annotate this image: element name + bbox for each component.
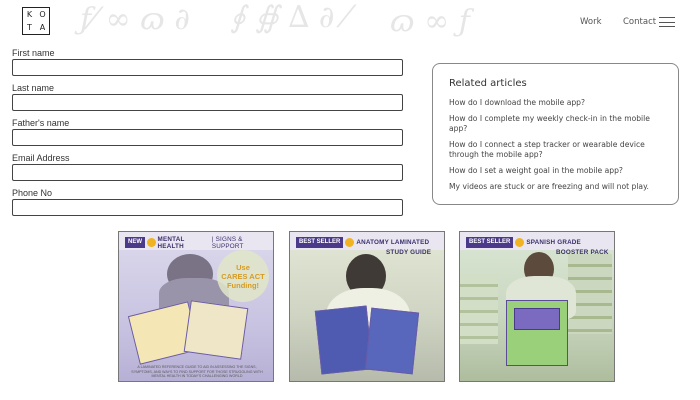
product-card-spanish[interactable]: BEST SELLER SPANISH GRADE BOOSTER PACK xyxy=(459,231,615,382)
related-articles-title: Related articles xyxy=(449,78,527,89)
product-card-mental-health[interactable]: Use CARES ACT Funding! NEW MENTAL HEALTH… xyxy=(118,231,274,382)
fathers-name-input[interactable] xyxy=(12,129,403,146)
best-seller-badge: BEST SELLER xyxy=(466,237,514,248)
phone-field: Phone No xyxy=(12,187,403,216)
product-title: ANATOMY LAMINATED xyxy=(356,239,430,246)
cta-line: Funding! xyxy=(226,280,260,290)
logo-letter: T xyxy=(27,22,32,32)
product-ribbon: BEST SELLER ANATOMY LAMINATED xyxy=(296,237,429,248)
nav-item-work[interactable]: Work xyxy=(580,17,602,27)
cta-line: CARES ACT xyxy=(221,271,265,281)
header-background-scribble: ƒ⁄ ∞ ɷ ∂ xyxy=(80,2,190,37)
first-name-field: First name xyxy=(12,47,403,76)
product-image: Use CARES ACT Funding! xyxy=(119,250,273,381)
fathers-name-label: Father's name xyxy=(12,118,70,128)
booster-pack-label xyxy=(514,308,560,330)
last-name-field: Last name xyxy=(12,82,403,111)
phone-label: Phone No xyxy=(12,188,53,198)
logo-letter: K xyxy=(26,9,33,19)
product-ribbon: NEW MENTAL HEALTH | SIGNS & SUPPORT xyxy=(125,235,273,250)
cares-act-callout: Use CARES ACT Funding! xyxy=(217,250,269,302)
bookshelf xyxy=(460,274,498,344)
last-name-label: Last name xyxy=(12,83,55,93)
product-image xyxy=(460,250,614,381)
nav-item-contact[interactable]: Contact xyxy=(623,17,656,27)
cta-line: Use xyxy=(236,262,250,272)
new-badge: NEW xyxy=(125,237,145,248)
related-article-link[interactable]: How do I set a weight goal in the mobile… xyxy=(449,166,664,176)
best-seller-badge: BEST SELLER xyxy=(296,237,344,248)
related-article-link[interactable]: How do I connect a step tracker or weara… xyxy=(449,140,664,160)
product-subtitle: BOOSTER PACK xyxy=(556,249,609,256)
product-image xyxy=(290,250,444,381)
hamburger-icon[interactable] xyxy=(659,16,675,28)
product-card-anatomy[interactable]: BEST SELLER ANATOMY LAMINATED STUDY GUID… xyxy=(289,231,445,382)
header-background-scribble: ∮ ∯ ∆ ∂ ⁄ xyxy=(230,0,349,35)
email-label: Email Address xyxy=(12,153,70,163)
star-icon xyxy=(515,238,525,247)
last-name-input[interactable] xyxy=(12,94,403,111)
related-article-link[interactable]: My videos are stuck or are freezing and … xyxy=(449,182,664,192)
related-article-link[interactable]: How do I download the mobile app? xyxy=(449,98,664,108)
laminated-guide xyxy=(364,307,420,375)
kota-logo[interactable]: K O T A xyxy=(22,7,50,35)
header-background-scribble: ɷ ∞ ƒ xyxy=(390,4,470,39)
logo-letter: O xyxy=(39,9,46,19)
product-subtitle: | SIGNS & SUPPORT xyxy=(211,235,244,250)
related-articles-list: How do I download the mobile app? How do… xyxy=(449,98,664,192)
star-icon xyxy=(345,238,355,247)
fathers-name-field: Father's name xyxy=(12,117,403,146)
product-description: A LAMINATED REFERENCE GUIDE TO AID IN AS… xyxy=(131,365,263,378)
contact-form: First name Last name Father's name Email… xyxy=(12,47,403,222)
related-article-link[interactable]: How do I complete my weekly check-in in … xyxy=(449,114,664,134)
product-subtitle: STUDY GUIDE xyxy=(386,249,432,256)
nav-link-contact[interactable]: Contact xyxy=(623,17,656,27)
logo-letter: A xyxy=(39,22,46,32)
product-title: SPANISH GRADE xyxy=(526,239,581,246)
related-articles-panel: Related articles How do I download the m… xyxy=(432,63,679,205)
nav-link-work[interactable]: Work xyxy=(580,17,602,27)
first-name-label: First name xyxy=(12,48,55,58)
email-field: Email Address xyxy=(12,152,403,181)
product-ribbon: BEST SELLER SPANISH GRADE xyxy=(466,237,581,248)
product-title: MENTAL HEALTH xyxy=(157,235,185,250)
first-name-input[interactable] xyxy=(12,59,403,76)
phone-input[interactable] xyxy=(12,199,403,216)
star-icon xyxy=(147,238,156,247)
laminated-guide xyxy=(183,300,249,360)
email-input[interactable] xyxy=(12,164,403,181)
